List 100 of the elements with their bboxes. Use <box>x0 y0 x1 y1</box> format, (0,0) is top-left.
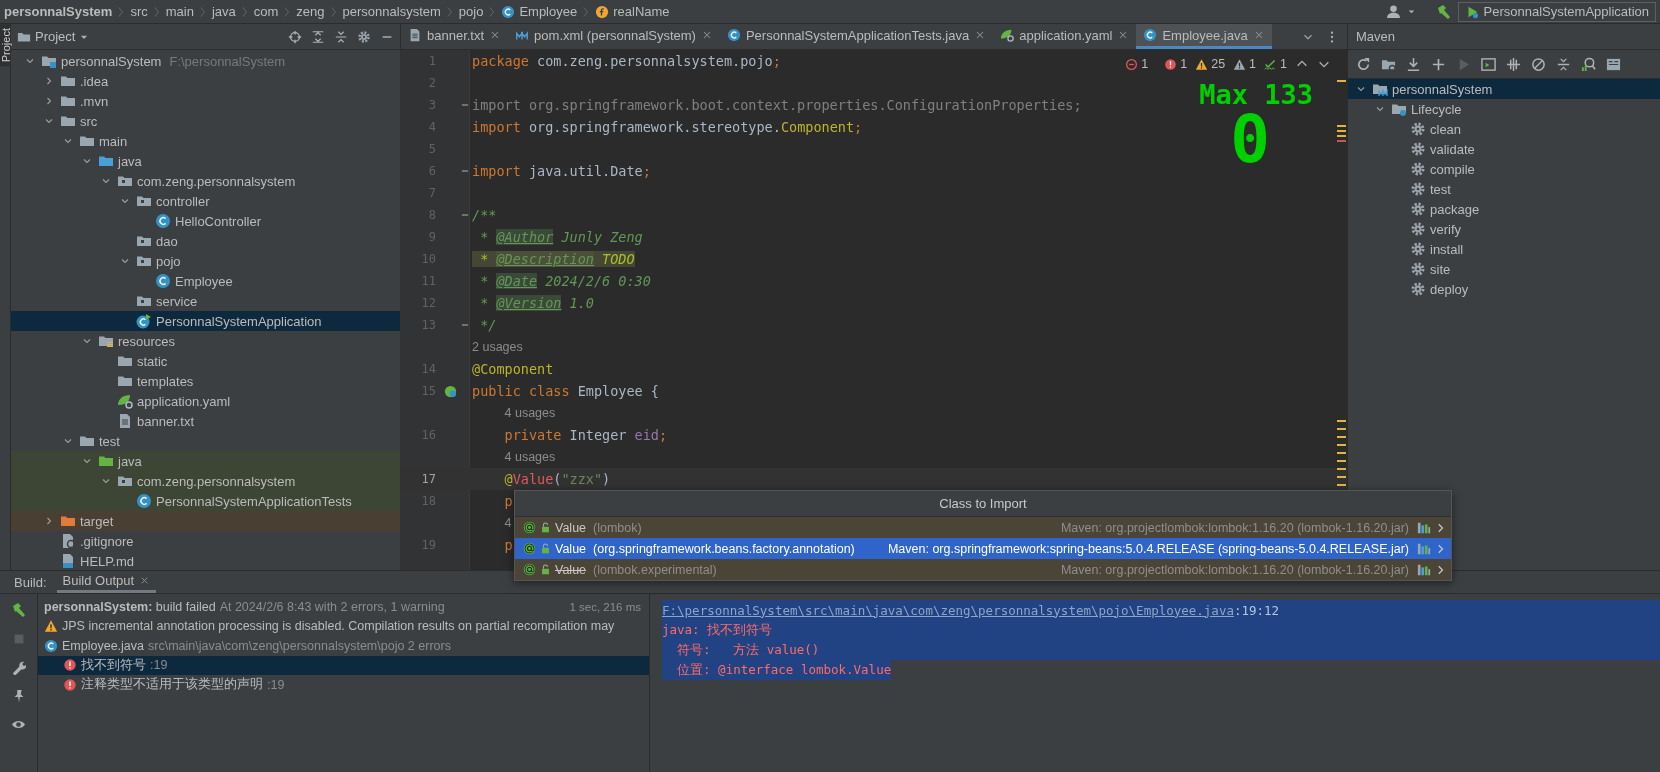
tree-item[interactable]: package <box>1348 199 1660 219</box>
build-tree-item[interactable]: 找不到符号 :19 <box>38 655 649 675</box>
build-tree-item[interactable]: 注释类型不适用于该类型的声明 :19 <box>38 675 649 695</box>
download-icon[interactable] <box>1406 57 1421 72</box>
tree-item[interactable]: java <box>11 451 400 471</box>
inspection-count[interactable]: 1 <box>1164 57 1188 71</box>
typo-check-icon <box>1264 57 1278 71</box>
tree-item[interactable]: dao <box>11 231 400 251</box>
tree-item[interactable]: controller <box>11 191 400 211</box>
breadcrumb-item[interactable]: zeng <box>296 4 325 19</box>
tree-item[interactable]: PersonnalSystemApplicationTests <box>11 491 400 511</box>
build-tree-item[interactable]: Employee.java src\main\java\com\zeng\personnalsystem\pojo 2 errors <box>38 636 649 656</box>
usage-hint[interactable]: 4 <box>502 516 512 530</box>
analyze-icon[interactable] <box>1581 57 1596 72</box>
panel-tab[interactable]: Build Output <box>56 571 157 593</box>
tree-item[interactable]: deploy <box>1348 279 1660 299</box>
collapse-all-icon[interactable] <box>1556 57 1571 72</box>
user-icon[interactable] <box>1385 4 1401 19</box>
hammer-icon[interactable] <box>1435 3 1452 20</box>
tree-item[interactable]: HELP.md <box>11 551 400 570</box>
tree-item[interactable]: .idea <box>11 71 400 91</box>
collapse-all-icon[interactable] <box>334 29 348 44</box>
tree-item[interactable]: personnalSystem F:\personnalSystem <box>11 51 400 71</box>
toggle-icon[interactable] <box>1506 57 1521 72</box>
prohibit-icon[interactable] <box>1531 57 1546 72</box>
view-selector[interactable]: Project <box>17 29 90 44</box>
plus-icon[interactable] <box>1431 57 1446 72</box>
tree-item[interactable]: com.zeng.personnalsystem <box>11 171 400 191</box>
usage-hint[interactable]: 4 usages <box>502 406 556 420</box>
tree-item[interactable]: static <box>11 351 400 371</box>
breadcrumb-item[interactable]: main <box>165 4 194 19</box>
item-detail: At 2024/2/6 8:43 with 2 errors, 1 warning <box>219 599 445 614</box>
terminal-icon[interactable] <box>1481 57 1496 72</box>
import-option[interactable]: Value (lombok.experimental) Maven: org.projectlombok:lombok:1.16.20 (lombok-1.16.20.jar) <box>515 559 1451 580</box>
expand-all-icon[interactable] <box>311 29 325 44</box>
tree-item[interactable]: Lifecycle <box>1348 99 1660 119</box>
tree-item[interactable]: compile <box>1348 159 1660 179</box>
usage-hint[interactable]: 2 usages <box>470 340 523 354</box>
editor-tab[interactable]: pom.xml (personnalSystem) <box>508 24 720 49</box>
inspection-count[interactable]: 25 <box>1195 57 1226 71</box>
tree-item[interactable]: site <box>1348 259 1660 279</box>
tree-item[interactable]: clean <box>1348 119 1660 139</box>
editor-tab[interactable]: PersonnalSystemApplicationTests.java <box>719 24 994 49</box>
breadcrumb-item[interactable]: Employee <box>501 4 578 19</box>
combo-label: Max 133 <box>1199 80 1313 110</box>
editor-tab[interactable]: application.yaml <box>993 24 1137 49</box>
editor-tab[interactable]: banner.txt <box>401 24 509 49</box>
crosshair-icon[interactable] <box>288 29 302 44</box>
panel-icon[interactable] <box>1606 57 1621 72</box>
tree-item[interactable]: com.zeng.personnalsystem <box>11 471 400 491</box>
settings-icon[interactable] <box>357 29 371 44</box>
tree-item[interactable]: banner.txt <box>11 411 400 431</box>
tool-window-button[interactable]: Project <box>0 24 11 67</box>
line-position: :19:12 <box>1233 602 1280 618</box>
breadcrumb-item[interactable]: com <box>253 4 279 19</box>
tree-item[interactable]: templates <box>11 371 400 391</box>
inspection-count[interactable]: 1 <box>1125 57 1149 71</box>
refresh-icon[interactable] <box>1356 57 1371 72</box>
editor-tab[interactable]: Employee.java <box>1136 24 1272 49</box>
hammer-icon[interactable] <box>10 602 27 618</box>
tree-item[interactable]: target <box>11 511 400 531</box>
tree-item[interactable]: validate <box>1348 139 1660 159</box>
inspection-count[interactable]: 1 <box>1264 57 1287 71</box>
tree-item[interactable]: service <box>11 291 400 311</box>
tree-item[interactable]: HelloController <box>11 211 400 231</box>
import-option[interactable]: Value (lombok) Maven: org.projectlombok:lombok:1.16.20 (lombok-1.16.20.jar) <box>515 517 1451 538</box>
tree-item[interactable]: verify <box>1348 219 1660 239</box>
tree-item[interactable]: install <box>1348 239 1660 259</box>
build-tree-item[interactable]: JPS incremental annotation processing is disabled. Compilation results on partial recompilation may <box>38 616 649 636</box>
bean-icon[interactable] <box>442 383 458 399</box>
run-configuration-dropdown[interactable]: PersonnalSystemApplication <box>1457 1 1656 22</box>
usage-hint[interactable]: 4 usages <box>502 450 556 464</box>
import-option[interactable]: Value (org.springframework.beans.factory.annotation) Maven: org.springframework:spring-beans:5.0.4.RELEASE (spring-beans-5.0.4.RELEASE.jar) <box>515 538 1451 559</box>
tree-item[interactable]: Employee <box>11 271 400 291</box>
tree-item[interactable]: .gitignore <box>11 531 400 551</box>
tree-item[interactable]: resources <box>11 331 400 351</box>
tree-item[interactable]: main <box>11 131 400 151</box>
tree-item[interactable]: src <box>11 111 400 131</box>
breadcrumb-item[interactable]: java <box>211 4 236 19</box>
tree-item[interactable]: .mvn <box>11 91 400 111</box>
breadcrumb-item[interactable]: pojo <box>458 4 484 19</box>
code-line: * @Date 2024/2/6 0:30 <box>479 273 651 289</box>
inspection-count[interactable]: 1 <box>1233 57 1257 71</box>
breadcrumb-item[interactable]: personnalSystem <box>4 4 113 19</box>
leaf-icon <box>1000 28 1015 42</box>
caret-icon[interactable] <box>1406 7 1416 16</box>
tree-item[interactable]: personnalSystem <box>1348 79 1660 99</box>
tree-item[interactable]: PersonnalSystemApplication <box>11 311 400 331</box>
tree-item[interactable]: java <box>11 151 400 171</box>
build-tree-item[interactable]: personnalSystem: build failed At 2024/2/6 8:43 with 2 errors, 1 warning 1 sec, 216 ms <box>38 597 649 617</box>
breadcrumb-item[interactable]: personnalsystem <box>342 4 441 19</box>
tree-item[interactable]: test <box>1348 179 1660 199</box>
file-link[interactable]: F:\personnalSystem\src\main\java\com\zeng\personnalsystem\pojo\Employee.java <box>662 602 1234 618</box>
tree-item[interactable]: application.yaml <box>11 391 400 411</box>
folder-refresh-icon[interactable] <box>1381 57 1396 72</box>
wrench-icon[interactable] <box>11 660 26 675</box>
tree-item[interactable]: test <box>11 431 400 451</box>
breadcrumb-item[interactable]: src <box>130 4 148 19</box>
breadcrumb-item[interactable]: realName <box>595 4 670 19</box>
tree-item[interactable]: pojo <box>11 251 400 271</box>
